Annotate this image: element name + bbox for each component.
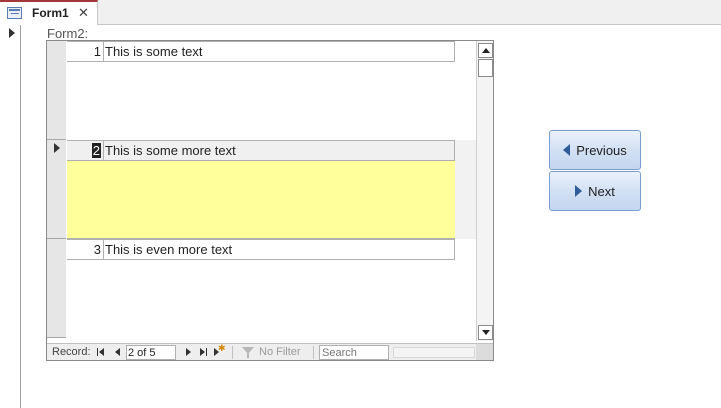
id-field[interactable]: 2 [67, 140, 104, 161]
document-tab-strip: Form1 ✕ [0, 0, 721, 25]
horizontal-scrollbar[interactable] [393, 347, 475, 358]
nav-divider [313, 346, 314, 359]
text-field[interactable]: This is some more text [104, 140, 455, 161]
scroll-up-button[interactable] [478, 43, 493, 58]
record-row[interactable]: 3 This is even more text [47, 239, 455, 338]
triangle-left-icon [563, 144, 571, 156]
nav-divider [232, 346, 233, 359]
next-record-icon[interactable] [183, 347, 194, 358]
record-label: Record: [52, 346, 91, 358]
previous-button[interactable]: Previous [549, 130, 641, 170]
current-record-arrow-icon [54, 143, 60, 153]
close-icon[interactable]: ✕ [78, 5, 89, 20]
current-row-strip [455, 140, 476, 239]
search-input[interactable] [319, 345, 389, 360]
record-detail-area [67, 260, 455, 338]
record-navigation-bar: Record: No Filter [47, 343, 493, 360]
record-detail-area [67, 62, 455, 140]
subform-form2[interactable]: 1 This is some text 2 This is some more … [46, 40, 494, 361]
size-grip [476, 344, 493, 360]
previous-button-label: Previous [576, 142, 627, 158]
id-field[interactable]: 3 [67, 239, 104, 260]
main-record-selector[interactable] [0, 25, 21, 408]
record-selector[interactable] [47, 239, 66, 338]
current-record-arrow-icon [9, 28, 15, 38]
triangle-right-icon [575, 185, 583, 197]
record-selector[interactable] [47, 41, 66, 140]
document-tab-label: Form1 [32, 6, 69, 20]
text-field[interactable]: This is some text [104, 41, 455, 62]
current-record-input[interactable] [126, 345, 176, 360]
record-detail-area-highlighted [67, 161, 455, 239]
record-selector[interactable] [47, 140, 66, 239]
vertical-scrollbar[interactable] [476, 41, 493, 341]
scroll-down-button[interactable] [478, 325, 493, 340]
selected-id-value: 2 [91, 143, 101, 158]
text-field[interactable]: This is even more text [104, 239, 455, 260]
id-field[interactable]: 1 [67, 41, 104, 62]
filter-icon[interactable] [241, 346, 255, 359]
next-button-label: Next [588, 183, 615, 199]
document-tab-form1[interactable]: Form1 ✕ [0, 0, 98, 25]
new-record-icon[interactable] [213, 343, 226, 358]
previous-record-icon[interactable] [113, 347, 124, 358]
subform-label: Form2: [47, 26, 89, 41]
form-icon [7, 7, 22, 19]
first-record-icon[interactable] [96, 347, 107, 358]
no-filter-label[interactable]: No Filter [259, 346, 301, 358]
scroll-thumb[interactable] [478, 59, 493, 77]
record-row[interactable]: 1 This is some text [47, 41, 455, 140]
last-record-icon[interactable] [199, 347, 210, 358]
record-row-current[interactable]: 2 This is some more text [47, 140, 455, 239]
next-button[interactable]: Next [549, 171, 641, 211]
